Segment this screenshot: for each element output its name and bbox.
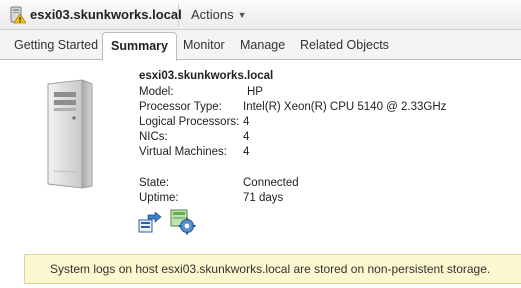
tab-getting-started[interactable]: Getting Started [14, 38, 98, 52]
host-warning-icon [10, 6, 27, 24]
virtual-machines-value: 4 [243, 146, 250, 158]
host-settings-icon[interactable] [170, 209, 196, 235]
uptime-value: 71 days [243, 192, 284, 204]
model-label: Model: [139, 86, 174, 98]
host-action-icons [138, 209, 198, 235]
actions-menu-button[interactable]: Actions ▼ [191, 7, 247, 22]
processor-type-label: Processor Type: [139, 101, 222, 113]
host-name: esxi03.skunkworks.local [139, 70, 274, 82]
logical-processors-label: Logical Processors: [139, 116, 240, 128]
nics-value: 4 [243, 131, 250, 143]
tab-manage[interactable]: Manage [240, 38, 285, 52]
tab-related-objects[interactable]: Related Objects [300, 38, 389, 52]
virtual-machines-label: Virtual Machines: [139, 146, 227, 158]
logical-processors-value: 4 [243, 116, 250, 128]
warning-message: System logs on host esxi03.skunkworks.lo… [50, 262, 491, 276]
model-value: HP [247, 86, 263, 98]
tab-bar: Getting Started Summary Monitor Manage R… [0, 30, 521, 61]
actions-label: Actions [191, 7, 234, 22]
caret-down-icon: ▼ [237, 10, 247, 20]
server-tower-icon [44, 76, 94, 191]
nics-label: NICs: [139, 131, 168, 143]
tab-summary[interactable]: Summary [102, 32, 177, 61]
processor-type-value: Intel(R) Xeon(R) CPU 5140 @ 2.33GHz [243, 101, 447, 113]
uptime-label: Uptime: [139, 192, 179, 204]
tab-monitor[interactable]: Monitor [183, 38, 225, 52]
migrate-vm-icon[interactable] [138, 211, 162, 234]
title-divider [178, 4, 179, 26]
state-value: Connected [243, 177, 299, 189]
object-header: esxi03.skunkworks.local Actions ▼ [0, 0, 521, 30]
page-title: esxi03.skunkworks.local [30, 7, 182, 22]
state-label: State: [139, 177, 170, 189]
warning-banner: System logs on host esxi03.skunkworks.lo… [24, 254, 521, 284]
